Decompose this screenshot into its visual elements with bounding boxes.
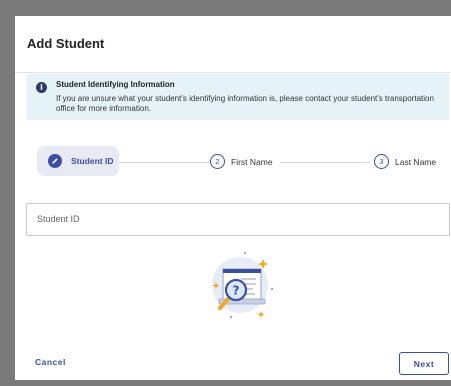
step-number: 2 xyxy=(210,154,225,169)
info-title: Student Identifying Information xyxy=(56,80,175,89)
student-id-input[interactable]: Student ID xyxy=(26,203,450,236)
stepper-connector-1 xyxy=(119,162,209,163)
stepper-connector-2 xyxy=(280,162,370,163)
info-banner: i Student Identifying Information If you… xyxy=(27,74,449,120)
step-first-name[interactable]: 2 First Name xyxy=(210,154,273,169)
info-body: If you are unsure what your student's id… xyxy=(56,94,434,113)
pencil-icon xyxy=(48,154,62,168)
search-document-illustration: ? xyxy=(201,245,279,323)
add-student-dialog: Add Student i Student Identifying Inform… xyxy=(15,16,451,380)
info-icon: i xyxy=(36,82,47,93)
step-label: Student ID xyxy=(71,156,114,166)
step-label: First Name xyxy=(231,156,273,167)
step-number: 3 xyxy=(374,154,389,169)
step-label: Last Name xyxy=(395,156,437,167)
title-divider xyxy=(15,72,451,73)
step-last-name[interactable]: 3 Last Name xyxy=(374,154,436,169)
next-button[interactable]: Next xyxy=(399,352,449,375)
cancel-button[interactable]: Cancel xyxy=(35,357,66,367)
dialog-title: Add Student xyxy=(27,36,105,51)
step-student-id[interactable]: Student ID xyxy=(37,146,119,176)
input-label: Student ID xyxy=(37,214,80,224)
svg-text:?: ? xyxy=(233,284,240,298)
